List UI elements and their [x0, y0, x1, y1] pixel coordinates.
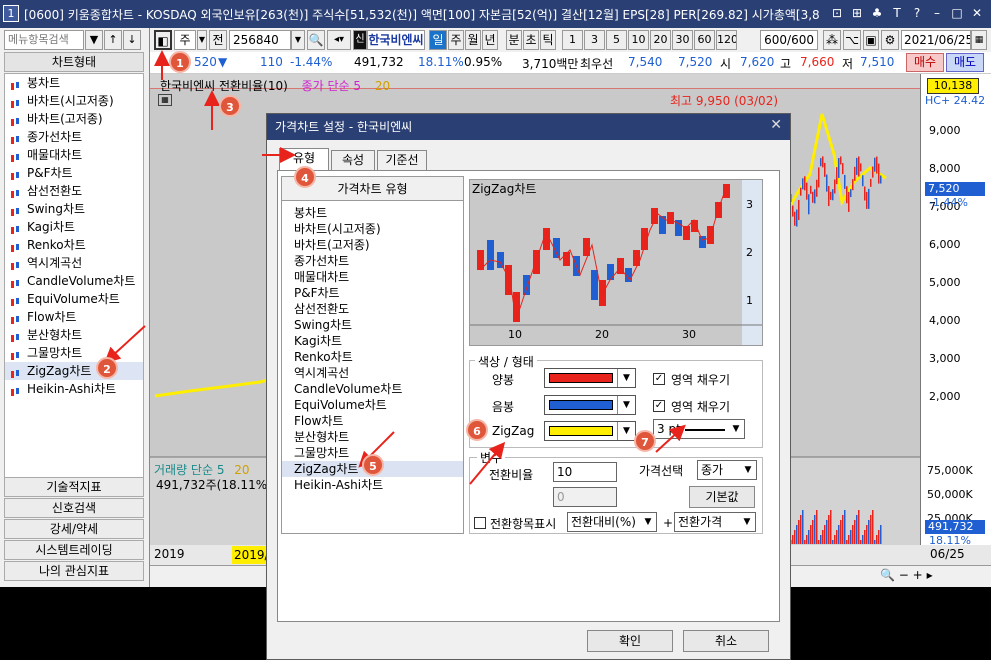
arrow-7 — [655, 424, 686, 453]
arrow-2 — [104, 325, 146, 364]
arrow-6 — [469, 441, 506, 485]
annotation-badge-3: 3 — [219, 95, 241, 117]
annotation-badge-2: 2 — [96, 357, 118, 379]
annotation-badge-6: 6 — [466, 419, 488, 441]
annotation-badge-5: 5 — [362, 454, 384, 476]
annotation-badge-1: 1 — [169, 51, 191, 73]
annotation-badge-7: 7 — [634, 430, 656, 452]
annotation-arrows — [104, 50, 686, 485]
annotation-badge-4: 4 — [294, 166, 316, 188]
